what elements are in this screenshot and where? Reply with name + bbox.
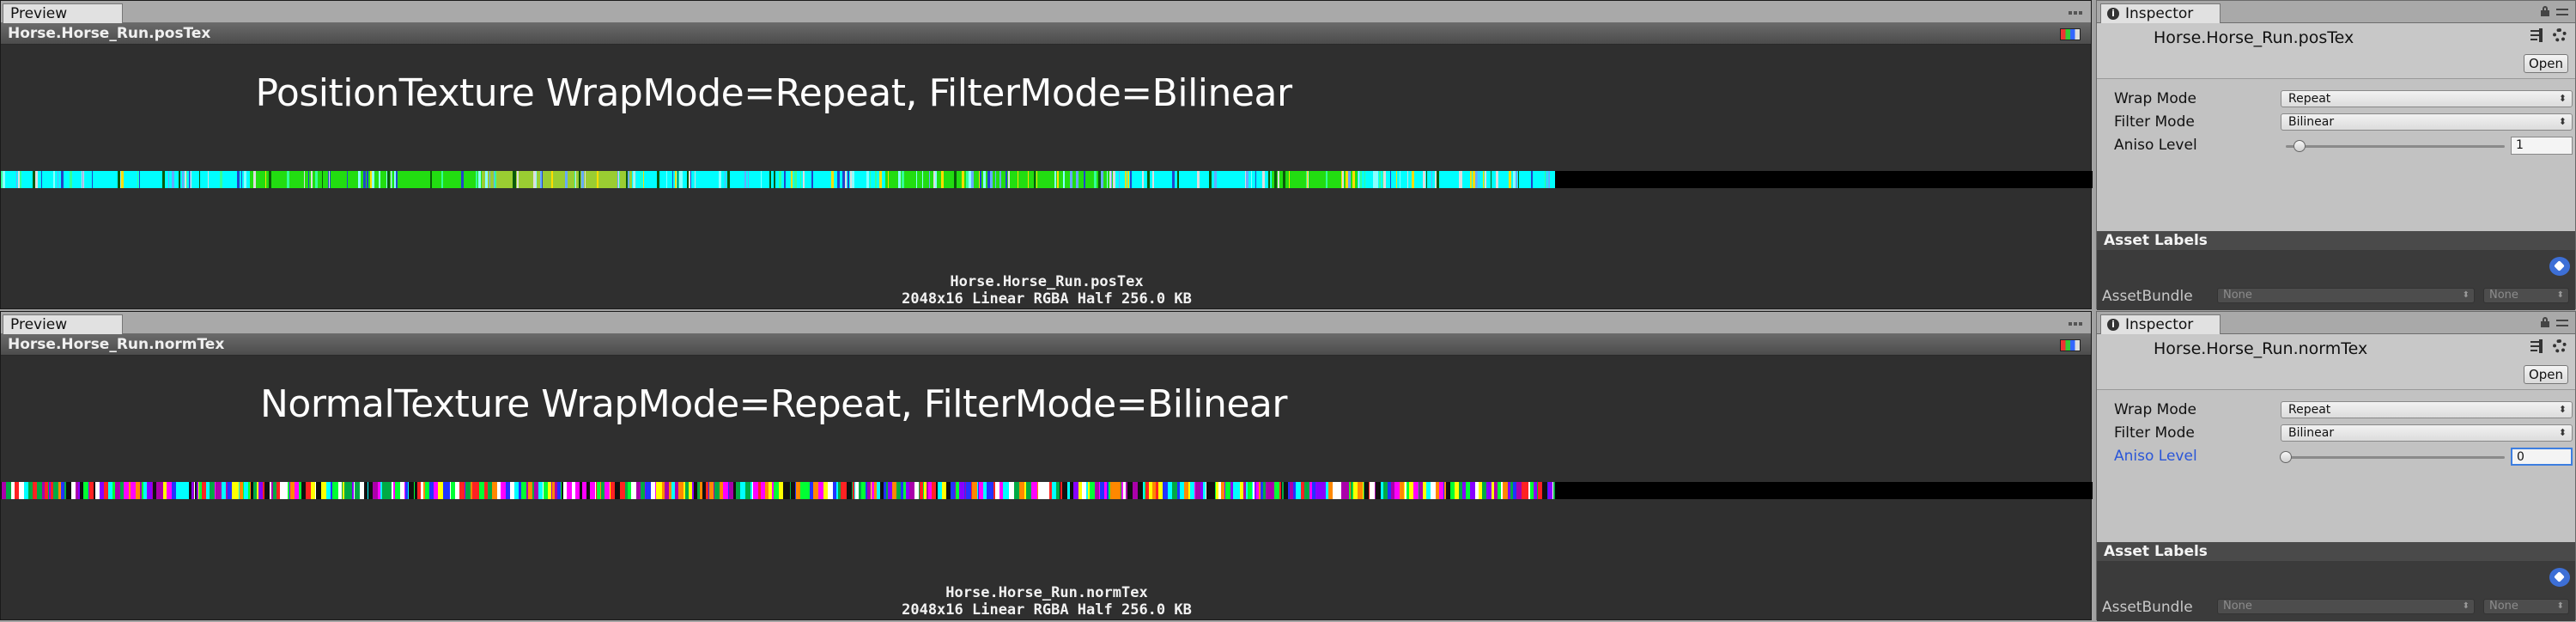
filter-mode-value: Bilinear xyxy=(2288,115,2335,129)
info-icon: i xyxy=(2107,319,2119,331)
inspector-header: Horse.Horse_Run.posTex Open xyxy=(2097,23,2575,78)
wrap-mode-label: Wrap Mode xyxy=(2114,90,2196,107)
preset-icon[interactable] xyxy=(2530,339,2544,353)
texture-info-details: 2048x16 Linear RGBA Half 256.0 KB xyxy=(902,290,1192,308)
assetbundle-variant-value: None xyxy=(2489,600,2518,613)
wrap-mode-dropdown[interactable]: Repeat ⬍ xyxy=(2281,90,2573,107)
aniso-level-slider[interactable] xyxy=(2286,456,2505,459)
rgba-channels-icon[interactable] xyxy=(2060,339,2081,351)
tag-icon[interactable] xyxy=(2549,257,2570,276)
texture-row-position: Preview Horse.Horse_Run.posTex PositionT… xyxy=(0,0,2576,311)
assetbundle-variant-dropdown[interactable]: None ⬍ xyxy=(2483,288,2569,303)
assetbundle-value: None xyxy=(2223,600,2252,613)
tag-icon[interactable] xyxy=(2549,568,2570,587)
lock-icon[interactable] xyxy=(2541,317,2549,327)
open-button[interactable]: Open xyxy=(2524,365,2568,384)
inspector-header: Horse.Horse_Run.normTex Open xyxy=(2097,334,2575,389)
assetbundle-value: None xyxy=(2223,289,2252,302)
open-button[interactable]: Open xyxy=(2524,54,2568,73)
aniso-level-field[interactable]: 0 xyxy=(2511,448,2573,466)
dropdown-arrow-icon: ⬍ xyxy=(2462,290,2470,300)
texture-strip-image xyxy=(1,171,2093,188)
preview-titlebar: Horse.Horse_Run.normTex xyxy=(1,334,2091,356)
gear-icon[interactable] xyxy=(2553,339,2567,353)
filter-mode-label: Filter Mode xyxy=(2114,113,2195,131)
inspector-tab-label: Inspector xyxy=(2125,316,2194,333)
assetbundle-dropdown[interactable]: None ⬍ xyxy=(2217,599,2475,614)
assetbundle-variant-dropdown[interactable]: None ⬍ xyxy=(2483,599,2569,614)
preview-caption: PositionTexture WrapMode=Repeat, FilterM… xyxy=(255,71,1292,115)
texture-info-details: 2048x16 Linear RGBA Half 256.0 KB xyxy=(902,601,1192,619)
dropdown-arrow-icon: ⬍ xyxy=(2558,93,2567,104)
menu-icon[interactable] xyxy=(2556,320,2568,326)
dropdown-arrow-icon: ⬍ xyxy=(2558,116,2567,127)
aniso-level-field[interactable]: 1 xyxy=(2511,137,2573,155)
aniso-level-label: Aniso Level xyxy=(2114,137,2197,154)
texture-info-name: Horse.Horse_Run.normTex xyxy=(945,584,1148,601)
texture-strip-image xyxy=(1,482,2093,499)
preset-icon[interactable] xyxy=(2530,28,2544,42)
info-icon: i xyxy=(2107,8,2119,20)
preview-tabbar: Preview xyxy=(1,312,2091,334)
texture-info-name: Horse.Horse_Run.posTex xyxy=(950,273,1144,290)
texture-strip xyxy=(1,482,2093,499)
tab-inspector[interactable]: i Inspector xyxy=(2100,314,2221,334)
assetbundle-label: AssetBundle xyxy=(2102,288,2193,305)
preview-caption: NormalTexture WrapMode=Repeat, FilterMod… xyxy=(260,382,1287,426)
inspector-tabbar: i Inspector xyxy=(2097,312,2575,334)
dropdown-arrow-icon: ⬍ xyxy=(2558,404,2567,415)
preview-asset-title: Horse.Horse_Run.posTex xyxy=(8,25,211,42)
tab-preview[interactable]: Preview xyxy=(3,314,123,334)
aniso-level-slider[interactable] xyxy=(2286,145,2505,148)
inspector-window: i Inspector Horse.Horse_Run.normTex Open… xyxy=(2096,311,2576,621)
wrap-mode-dropdown[interactable]: Repeat ⬍ xyxy=(2281,401,2573,418)
inspector-tabbar: i Inspector xyxy=(2097,1,2575,23)
asset-labels-panel: AssetBundle None ⬍ None ⬍ xyxy=(2097,250,2575,310)
inspector-window: i Inspector Horse.Horse_Run.posTex Open … xyxy=(2096,0,2576,310)
asset-labels-panel: AssetBundle None ⬍ None ⬍ xyxy=(2097,561,2575,621)
texture-row-normal: Preview Horse.Horse_Run.normTex NormalTe… xyxy=(0,311,2576,622)
asset-labels-header: Asset Labels xyxy=(2097,542,2575,561)
filter-mode-label: Filter Mode xyxy=(2114,424,2195,442)
tab-preview[interactable]: Preview xyxy=(3,3,123,23)
window-menu-icon[interactable] xyxy=(2069,8,2084,18)
assetbundle-variant-value: None xyxy=(2489,289,2518,302)
dropdown-arrow-icon: ⬍ xyxy=(2556,601,2564,611)
preview-titlebar: Horse.Horse_Run.posTex xyxy=(1,23,2091,45)
preview-window: Preview Horse.Horse_Run.posTex PositionT… xyxy=(0,0,2093,309)
aniso-level-slider-thumb[interactable] xyxy=(2293,140,2306,152)
asset-name: Horse.Horse_Run.normTex xyxy=(2154,339,2368,358)
assetbundle-dropdown[interactable]: None ⬍ xyxy=(2217,288,2475,303)
dropdown-arrow-icon: ⬍ xyxy=(2558,427,2567,438)
rgba-channels-icon[interactable] xyxy=(2060,28,2081,40)
aniso-level-label: Aniso Level xyxy=(2114,448,2197,465)
texture-strip xyxy=(1,171,2093,188)
divider xyxy=(2097,78,2575,79)
tab-inspector[interactable]: i Inspector xyxy=(2100,3,2221,23)
gear-icon[interactable] xyxy=(2553,28,2567,42)
dropdown-arrow-icon: ⬍ xyxy=(2556,290,2564,300)
filter-mode-dropdown[interactable]: Bilinear ⬍ xyxy=(2281,424,2573,442)
preview-tabbar: Preview xyxy=(1,1,2091,23)
asset-labels-header: Asset Labels xyxy=(2097,231,2575,250)
assetbundle-label: AssetBundle xyxy=(2102,599,2193,616)
window-menu-icon[interactable] xyxy=(2069,319,2084,329)
preview-window: Preview Horse.Horse_Run.normTex NormalTe… xyxy=(0,311,2093,620)
wrap-mode-value: Repeat xyxy=(2288,403,2331,417)
dropdown-arrow-icon: ⬍ xyxy=(2462,601,2470,611)
filter-mode-value: Bilinear xyxy=(2288,426,2335,440)
divider xyxy=(2097,389,2575,390)
lock-icon[interactable] xyxy=(2541,6,2549,16)
asset-name: Horse.Horse_Run.posTex xyxy=(2154,28,2354,47)
menu-icon[interactable] xyxy=(2556,9,2568,15)
aniso-level-slider-thumb[interactable] xyxy=(2280,451,2292,463)
wrap-mode-label: Wrap Mode xyxy=(2114,401,2196,418)
filter-mode-dropdown[interactable]: Bilinear ⬍ xyxy=(2281,113,2573,131)
wrap-mode-value: Repeat xyxy=(2288,92,2331,106)
preview-asset-title: Horse.Horse_Run.normTex xyxy=(8,336,225,353)
inspector-tab-label: Inspector xyxy=(2125,5,2194,22)
